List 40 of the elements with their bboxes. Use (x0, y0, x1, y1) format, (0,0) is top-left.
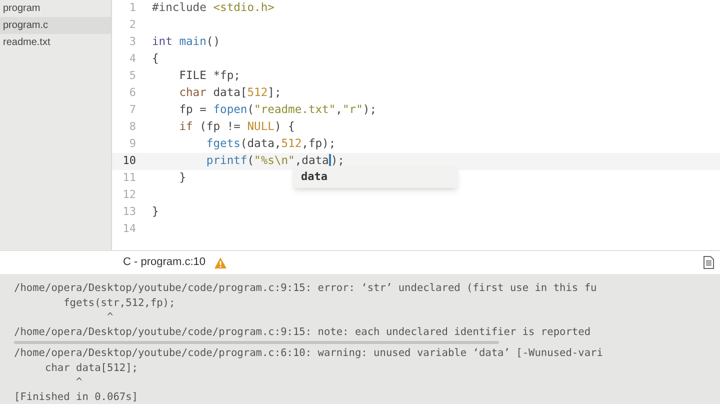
output-line: ^ (106, 310, 114, 324)
document-icon[interactable] (703, 256, 714, 270)
line-number: 12 (122, 187, 136, 204)
output-line: /home/opera/Desktop/youtube/code/program.c:9:15: error: ‘str’ undeclared (first use in this fu (14, 281, 598, 296)
output-line: /home/opera/Desktop/youtube/code/program.c:9:15: note: each undeclared identifier is reported (14, 324, 592, 339)
line-number: 9 (128, 136, 136, 152)
code-line: if (fp != NULL) { (178, 119, 295, 136)
output-line: ^ (74, 375, 84, 390)
output-line: [Finished in 0.067s] (14, 390, 139, 404)
file-item[interactable]: program (0, 0, 111, 17)
line-number: 11 (122, 170, 136, 186)
output-line: fgets(str,512,fp); (62, 296, 176, 310)
output-line: /home/opera/Desktop/youtube/code/program.c:6:10: warning: unused variable ‘data’ [-Wunused-vari (14, 346, 604, 360)
line-number: 2 (128, 17, 136, 34)
code-line: } (152, 204, 159, 220)
line-number: 1 (128, 0, 136, 16)
output-line: char data[512]; (44, 360, 139, 375)
line-number: 6 (128, 85, 136, 102)
code-line: FILE *fp; (178, 68, 240, 84)
line-number: 4 (128, 51, 136, 68)
code-line: char data[512]; (178, 85, 282, 102)
line-number: 8 (128, 119, 136, 136)
line-number: 3 (128, 34, 136, 50)
status-text: C - program.c:10 (123, 255, 206, 270)
line-number: 5 (128, 68, 136, 84)
file-item[interactable]: readme.txt (0, 34, 111, 51)
suggestion-item[interactable]: data (301, 168, 328, 186)
code-line: fp = fopen("readme.txt","r"); (178, 102, 376, 118)
code-line: } (178, 170, 186, 186)
code-line: fgets(data,512,fp); (205, 136, 336, 152)
line-number: 14 (122, 221, 136, 238)
code-line: { (152, 51, 159, 68)
line-number: 10 (122, 153, 136, 170)
code-line: int main() (152, 34, 220, 50)
code-line: #include <stdio.h> (152, 0, 274, 16)
line-number: 13 (122, 204, 136, 220)
scrollbar[interactable] (14, 341, 499, 344)
file-item[interactable]: program.c (0, 17, 111, 34)
line-number: 7 (128, 102, 136, 118)
warning-icon[interactable] (214, 256, 227, 269)
